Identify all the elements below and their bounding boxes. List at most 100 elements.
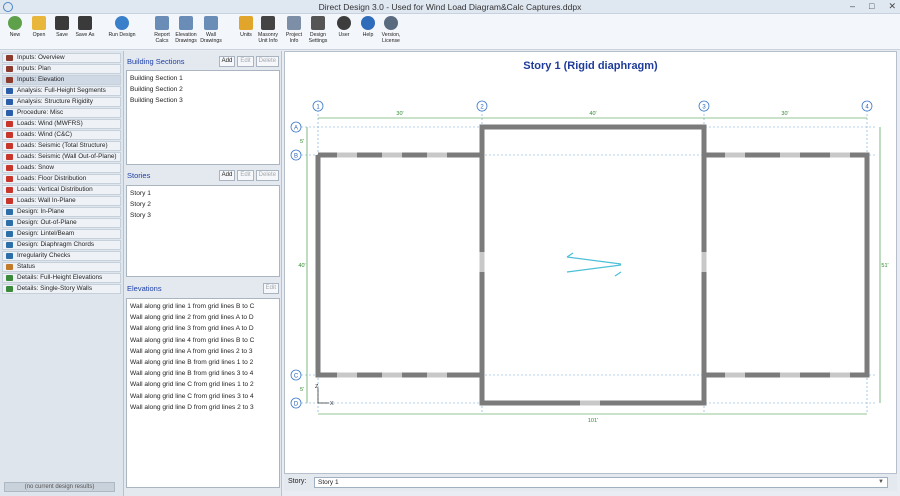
building-delete-button[interactable]: Delete (255, 56, 279, 67)
ribbon-label: User (338, 32, 350, 38)
project-info-button[interactable]: Project Info (283, 16, 305, 44)
nav-item-label: Status (17, 263, 36, 270)
elevation-item[interactable]: Wall along grid line D from grid lines 2… (130, 402, 276, 413)
ribbon-label: Run Design (108, 32, 136, 38)
nav-item[interactable]: Loads: Floor Distribution (2, 174, 121, 184)
book-icon (6, 66, 13, 72)
dim-top-3: 30' (781, 111, 788, 117)
settings-button[interactable]: Design Settings (307, 16, 329, 44)
nav-item-label: Procedure: Misc (17, 109, 64, 116)
close-button[interactable]: ✕ (888, 1, 896, 12)
user-icon (337, 16, 351, 30)
nav-item[interactable]: Details: Full-Height Elevations (2, 273, 121, 283)
nav-item-label: Loads: Wall In-Plane (17, 197, 76, 204)
nav-item[interactable]: Design: Diaphragm Chords (2, 240, 121, 250)
project-info-icon (287, 16, 301, 30)
chevron-down-icon: ▼ (878, 479, 884, 485)
nav-item[interactable]: Loads: Snow (2, 163, 121, 173)
units-button[interactable]: Units (235, 16, 257, 38)
elevation-item[interactable]: Wall along grid line B from grid lines 1… (130, 357, 276, 368)
building-edit-button[interactable]: Edit (237, 56, 254, 67)
nav-item[interactable]: Loads: Wind (C&C) (2, 130, 121, 140)
user-button[interactable]: User (333, 16, 355, 38)
open-button[interactable]: Open (28, 16, 50, 38)
design-icon (6, 242, 13, 248)
nav-item[interactable]: Irregularity Checks (2, 251, 121, 261)
axis-indicator-icon (317, 388, 329, 404)
version-button[interactable]: Version, License (380, 16, 402, 44)
save-button[interactable]: Save (51, 16, 73, 38)
nav-item[interactable]: Loads: Wind (MWFRS) (2, 119, 121, 129)
design-icon (6, 220, 13, 226)
ribbon-label: Project Info (285, 32, 303, 44)
nav-item[interactable]: Design: In-Plane (2, 207, 121, 217)
ribbon-label: New (9, 32, 21, 38)
elevation-item[interactable]: Wall along grid line 1 from grid lines B… (130, 301, 276, 312)
wall-drawings-icon (204, 16, 218, 30)
nav-item[interactable]: Details: Single-Story Walls (2, 284, 121, 294)
elevation-edit-button[interactable]: Edit (262, 283, 279, 294)
nav-item[interactable]: Analysis: Structure Rigidity (2, 97, 121, 107)
elevation-item[interactable]: Wall along grid line C from grid lines 3… (130, 391, 276, 402)
story-add-button[interactable]: Add (218, 170, 236, 181)
nav-item[interactable]: Analysis: Full-Height Segments (2, 86, 121, 96)
run-design-icon (115, 16, 129, 30)
load-icon (6, 165, 13, 171)
settings-icon (311, 16, 325, 30)
building-section-item[interactable]: Building Section 2 (130, 84, 276, 95)
building-add-button[interactable]: Add (218, 56, 236, 67)
nav-item[interactable]: Loads: Vertical Distribution (2, 185, 121, 195)
minimize-button[interactable]: – (850, 1, 855, 12)
nav-item[interactable]: Status (2, 262, 121, 272)
check-icon (6, 253, 13, 259)
grid-row-c: C (294, 373, 299, 379)
grid-row-a: A (294, 125, 298, 131)
maximize-button[interactable]: □ (869, 1, 874, 12)
building-sections-header: Building Sections Add Edit Delete (125, 54, 280, 69)
nav-item-label: Design: In-Plane (17, 208, 65, 215)
elevation-item[interactable]: Wall along grid line C from grid lines 1… (130, 379, 276, 390)
dim-top-1: 30' (396, 111, 403, 117)
story-item[interactable]: Story 3 (130, 210, 276, 221)
new-button[interactable]: New (4, 16, 26, 38)
story-edit-button[interactable]: Edit (237, 170, 254, 181)
report-button[interactable]: Report Calcs (151, 16, 173, 44)
story-dropdown[interactable]: Story 1 ▼ (314, 477, 888, 488)
plan-view[interactable]: Story 1 (Rigid diaphragm) 30' 40' 30' 10… (284, 51, 897, 474)
building-section-item[interactable]: Building Section 3 (130, 95, 276, 106)
masonry-button[interactable]: Masonry Unit Info (257, 16, 279, 44)
run-design-button[interactable]: Run Design (108, 16, 136, 38)
elevation-item[interactable]: Wall along grid line 4 from grid lines B… (130, 335, 276, 346)
nav-item[interactable]: Loads: Wall In-Plane (2, 196, 121, 206)
load-icon (6, 187, 13, 193)
elevation-item[interactable]: Wall along grid line 2 from grid lines A… (130, 312, 276, 323)
elevation-item[interactable]: Wall along grid line 3 from grid lines A… (130, 323, 276, 334)
save-as-button[interactable]: Save As (74, 16, 96, 38)
masonry-icon (261, 16, 275, 30)
navigation-panel: Inputs: Overview Inputs: Plan Inputs: Elev… (0, 51, 124, 496)
story-item[interactable]: Story 1 (130, 188, 276, 199)
story-item[interactable]: Story 2 (130, 199, 276, 210)
nav-item[interactable]: Design: Out-of-Plane (2, 218, 121, 228)
help-button[interactable]: Help (357, 16, 379, 38)
elevation-item[interactable]: Wall along grid line B from grid lines 3… (130, 368, 276, 379)
nav-item-label: Loads: Seismic (Total Structure) (17, 142, 108, 149)
elevation-drawings-button[interactable]: Elevation Drawings (175, 16, 197, 44)
wall-drawings-button[interactable]: Wall Drawings (200, 16, 222, 44)
load-icon (6, 132, 13, 138)
nav-item-label: Details: Full-Height Elevations (17, 274, 103, 281)
elevation-item[interactable]: Wall along grid line A from grid lines 2… (130, 346, 276, 357)
grid-row-d: D (294, 401, 299, 407)
nav-item[interactable]: Loads: Seismic (Total Structure) (2, 141, 121, 151)
units-icon (239, 16, 253, 30)
story-label: Story: (288, 478, 307, 485)
nav-item[interactable]: Inputs: Overview (2, 53, 121, 63)
nav-item[interactable]: Procedure: Misc (2, 108, 121, 118)
nav-item[interactable]: Design: Lintel/Beam (2, 229, 121, 239)
building-section-item[interactable]: Building Section 1 (130, 73, 276, 84)
nav-item[interactable]: Loads: Seismic (Wall Out-of-Plane) (2, 152, 121, 162)
story-delete-button[interactable]: Delete (255, 170, 279, 181)
nav-item[interactable]: Inputs: Elevation (2, 75, 121, 85)
nav-item[interactable]: Inputs: Plan (2, 64, 121, 74)
axis-z-label: Z (315, 384, 319, 390)
